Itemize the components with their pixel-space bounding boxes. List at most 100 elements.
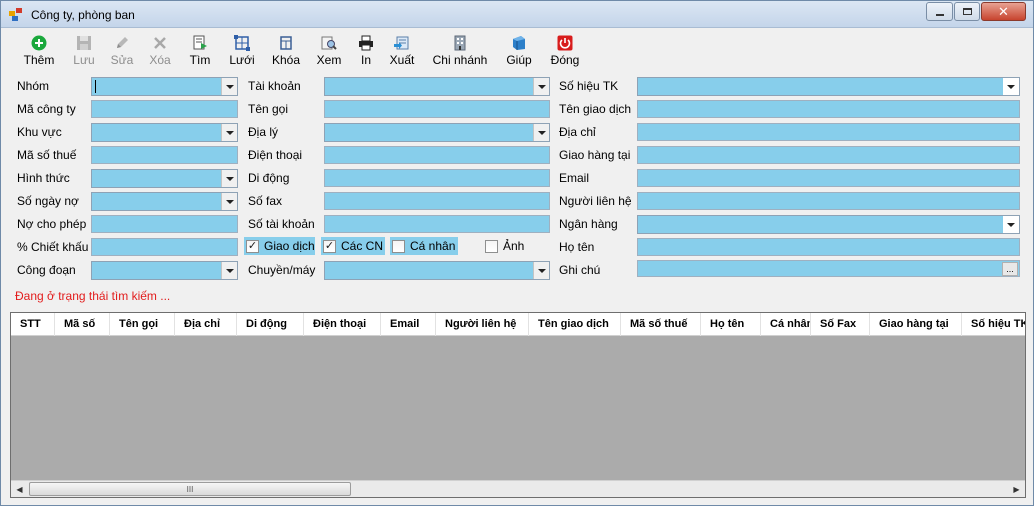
dia-ly-combo[interactable] bbox=[324, 123, 550, 142]
print-button[interactable]: In bbox=[355, 32, 377, 68]
ca-nhan-checkbox[interactable]: Cá nhân bbox=[390, 237, 458, 255]
email-field[interactable] bbox=[637, 169, 1020, 187]
column-header[interactable]: Tên giao dịch bbox=[529, 313, 621, 336]
label-ma-so-thue: Mã số thuế bbox=[17, 148, 77, 162]
chevron-down-icon[interactable] bbox=[221, 170, 237, 187]
tai-khoan-combo[interactable] bbox=[324, 77, 550, 96]
checkbox-box bbox=[485, 239, 498, 253]
close-window-button[interactable]: ✕ bbox=[981, 2, 1026, 21]
data-grid[interactable]: STT Mã số Tên gọi Địa chỉ Di động Điện t… bbox=[10, 312, 1026, 498]
di-dong-field[interactable] bbox=[324, 169, 550, 187]
ghi-chu-field[interactable]: ... bbox=[637, 260, 1020, 277]
column-header[interactable]: Điện thoại bbox=[304, 313, 381, 336]
giao-dich-checkbox[interactable]: ✓ Giao dịch bbox=[244, 237, 315, 255]
chevron-down-icon[interactable] bbox=[1003, 216, 1019, 233]
add-button[interactable]: Thêm bbox=[17, 32, 61, 68]
ca-nhan-label: Cá nhân bbox=[410, 239, 456, 253]
column-header[interactable]: Di động bbox=[237, 313, 304, 336]
delete-icon bbox=[151, 34, 169, 52]
nguoi-lien-he-field[interactable] bbox=[637, 192, 1020, 210]
khu-vuc-combo[interactable] bbox=[91, 123, 238, 142]
label-ten-goi: Tên gọi bbox=[248, 102, 289, 116]
text-caret bbox=[95, 80, 96, 93]
column-header[interactable]: Email bbox=[381, 313, 436, 336]
column-header[interactable]: Số Fax bbox=[811, 313, 870, 336]
save-button[interactable]: Lưu bbox=[69, 32, 99, 68]
check-icon: ✓ bbox=[246, 239, 259, 253]
ho-ten-field[interactable] bbox=[637, 238, 1020, 256]
column-header[interactable]: Mã số bbox=[55, 313, 110, 336]
column-header[interactable]: Địa chỉ bbox=[175, 313, 237, 336]
hinh-thuc-combo[interactable] bbox=[91, 169, 238, 188]
ngan-hang-combo[interactable] bbox=[637, 215, 1020, 234]
so-ngay-no-combo[interactable] bbox=[91, 192, 238, 211]
minimize-button[interactable] bbox=[926, 2, 953, 21]
label-dien-thoai: Điện thoại bbox=[248, 148, 303, 162]
cac-cn-checkbox[interactable]: ✓ Các CN bbox=[321, 237, 385, 255]
find-button[interactable]: Tìm bbox=[185, 32, 215, 68]
column-header[interactable]: Người liên hệ bbox=[436, 313, 529, 336]
view-icon bbox=[320, 34, 338, 52]
ma-so-thue-field[interactable] bbox=[91, 146, 238, 164]
delete-button[interactable]: Xóa bbox=[145, 32, 175, 68]
column-header[interactable]: Họ tên bbox=[701, 313, 761, 336]
scroll-left-icon[interactable]: ◀ bbox=[11, 481, 28, 497]
close-button[interactable]: Đóng bbox=[547, 32, 583, 68]
ten-giao-dich-field[interactable] bbox=[637, 100, 1020, 118]
label-ghi-chu: Ghi chú bbox=[559, 263, 601, 277]
ma-cong-ty-field[interactable] bbox=[91, 100, 238, 118]
scrollbar-thumb[interactable]: III bbox=[29, 482, 351, 496]
view-button[interactable]: Xem bbox=[313, 32, 345, 68]
add-icon bbox=[30, 34, 48, 52]
chiet-khau-field[interactable] bbox=[91, 238, 238, 256]
dien-thoai-field[interactable] bbox=[324, 146, 550, 164]
export-button[interactable]: Xuất bbox=[386, 32, 418, 68]
column-header[interactable]: Mã số thuế bbox=[621, 313, 701, 336]
dia-chi-field[interactable] bbox=[637, 123, 1020, 141]
horizontal-scrollbar[interactable]: ◀ III ▶ bbox=[11, 480, 1025, 497]
cong-doan-combo[interactable] bbox=[91, 261, 238, 280]
giao-hang-tai-field[interactable] bbox=[637, 146, 1020, 164]
column-header[interactable]: Số hiệu TK bbox=[962, 313, 1025, 336]
nhom-combo[interactable] bbox=[91, 77, 238, 96]
edit-button[interactable]: Sửa bbox=[107, 32, 137, 68]
label-so-fax: Số fax bbox=[248, 194, 283, 208]
no-cho-phep-field[interactable] bbox=[91, 215, 238, 233]
chuyen-may-combo[interactable] bbox=[324, 261, 550, 280]
label-nhom: Nhóm bbox=[17, 79, 50, 93]
chevron-down-icon[interactable] bbox=[533, 124, 549, 141]
label-chuyen-may: Chuyền/máy bbox=[248, 263, 316, 277]
so-fax-field[interactable] bbox=[324, 192, 550, 210]
chevron-down-icon[interactable] bbox=[221, 262, 237, 279]
toolbar: Thêm Lưu Sửa Xóa Tìm Lưới Khóa Xem In Xu… bbox=[7, 32, 1027, 68]
checkbox-box bbox=[392, 239, 405, 253]
window-title: Công ty, phòng ban bbox=[31, 8, 135, 22]
lock-button[interactable]: Khóa bbox=[269, 32, 303, 68]
label-ma-cong-ty: Mã công ty bbox=[17, 102, 76, 116]
chevron-down-icon[interactable] bbox=[221, 124, 237, 141]
grid-button[interactable]: Lưới bbox=[226, 32, 258, 68]
so-tai-khoan-field[interactable] bbox=[324, 215, 550, 233]
anh-label: Ảnh bbox=[503, 239, 525, 253]
label-nguoi-lien-he: Người liên hệ bbox=[559, 194, 632, 208]
scroll-right-icon[interactable]: ▶ bbox=[1008, 481, 1025, 497]
column-header[interactable]: Tên gọi bbox=[110, 313, 175, 336]
grid-header: STT Mã số Tên gọi Địa chỉ Di động Điện t… bbox=[11, 313, 1025, 336]
anh-checkbox[interactable]: Ảnh bbox=[483, 237, 527, 255]
help-icon bbox=[510, 34, 528, 52]
ghi-chu-ellipsis-button[interactable]: ... bbox=[1002, 262, 1018, 276]
branch-button[interactable]: Chi nhánh bbox=[431, 32, 489, 68]
ten-goi-field[interactable] bbox=[324, 100, 550, 118]
column-header[interactable]: Cá nhân bbox=[761, 313, 811, 336]
chevron-down-icon[interactable] bbox=[221, 78, 237, 95]
so-hieu-tk-combo[interactable] bbox=[637, 77, 1020, 96]
help-button[interactable]: Giúp bbox=[503, 32, 535, 68]
chevron-down-icon[interactable] bbox=[533, 78, 549, 95]
column-header[interactable]: Giao hàng tại bbox=[870, 313, 962, 336]
title-bar[interactable]: Công ty, phòng ban ✕ bbox=[1, 1, 1033, 28]
chevron-down-icon[interactable] bbox=[221, 193, 237, 210]
chevron-down-icon[interactable] bbox=[1003, 78, 1019, 95]
column-header[interactable]: STT bbox=[11, 313, 55, 336]
maximize-button[interactable] bbox=[954, 2, 980, 21]
chevron-down-icon[interactable] bbox=[533, 262, 549, 279]
